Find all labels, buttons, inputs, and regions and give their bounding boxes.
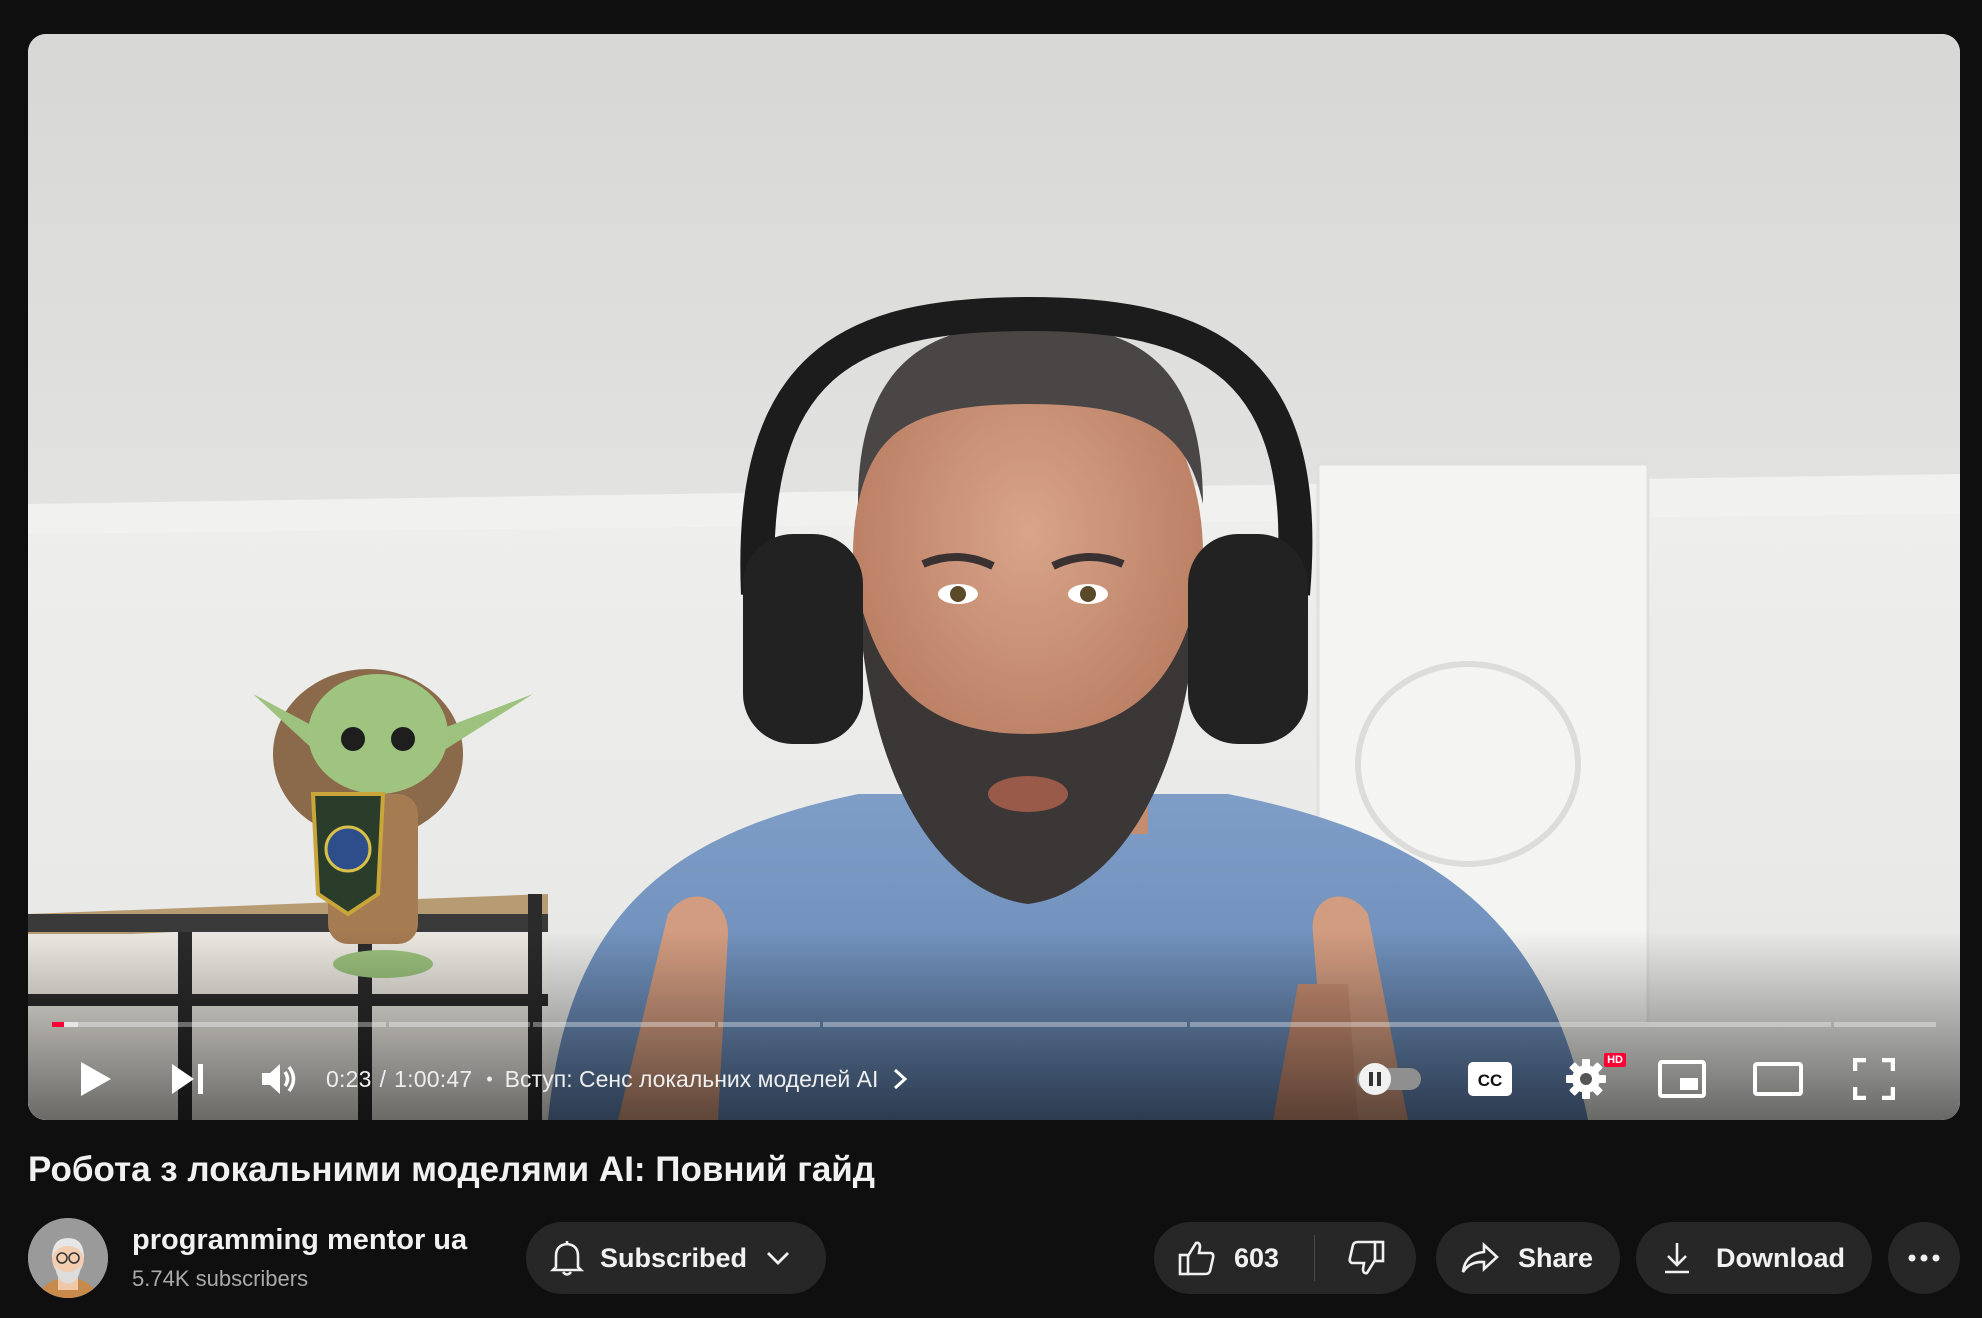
next-icon: [172, 1064, 203, 1094]
hd-badge: HD: [1604, 1053, 1626, 1067]
chevron-right-icon: [894, 1068, 908, 1090]
chapter-button[interactable]: • Вступ: Сенс локальних моделей AI: [472, 1065, 912, 1093]
current-time: 0:23: [326, 1065, 372, 1092]
captions-button[interactable]: CC: [1442, 1049, 1538, 1109]
more-actions-button[interactable]: [1888, 1222, 1960, 1294]
cc-icon: CC: [1468, 1062, 1512, 1096]
chevron-down-icon: [767, 1252, 790, 1265]
like-count: 603: [1234, 1242, 1280, 1273]
volume-button[interactable]: [252, 1051, 308, 1107]
player-controls: 0:23 / 1:00:47 • Вступ: Сенс локальних м…: [28, 1044, 1960, 1114]
download-label: Download: [1716, 1242, 1845, 1273]
share-button[interactable]: Share: [1436, 1222, 1620, 1294]
play-icon: [81, 1062, 111, 1096]
chapter-segment[interactable]: [52, 1021, 386, 1027]
chapter-separator: •: [486, 1068, 493, 1089]
chapter-segment[interactable]: [822, 1021, 1188, 1027]
volume-icon: [262, 1064, 296, 1094]
subscribed-label: Subscribed: [600, 1242, 748, 1273]
svg-text:CC: CC: [1478, 1071, 1503, 1090]
autoplay-toggle[interactable]: [1344, 1049, 1434, 1109]
video-title: Робота з локальними моделями AI: Повний …: [28, 1150, 876, 1189]
time-display: 0:23 / 1:00:47: [326, 1066, 472, 1093]
chapter-segment[interactable]: [1833, 1021, 1936, 1027]
youtube-watch-page: 0:23 / 1:00:47 • Вступ: Сенс локальних м…: [0, 0, 1982, 1318]
chapter-segment[interactable]: [717, 1021, 820, 1027]
thumbs-down-icon: [1347, 1240, 1384, 1275]
chapter-title: Вступ: Сенс локальних моделей AI: [504, 1065, 879, 1092]
time-separator: /: [379, 1065, 387, 1092]
progress-bar[interactable]: [52, 1016, 1936, 1032]
channel-name[interactable]: programming mentor ua: [132, 1224, 467, 1257]
autoplay-toggle-icon: [1357, 1063, 1421, 1095]
share-label: Share: [1518, 1242, 1594, 1273]
more-horizontal-icon: [1908, 1254, 1940, 1262]
like-button[interactable]: 603: [1154, 1222, 1314, 1294]
next-button[interactable]: [160, 1051, 216, 1107]
subscriber-count: 5.74K subscribers: [132, 1266, 309, 1291]
like-dislike-group: 603: [1154, 1222, 1416, 1294]
play-button[interactable]: [68, 1051, 124, 1107]
duration: 1:00:47: [394, 1065, 473, 1092]
chapter-segment[interactable]: [532, 1021, 715, 1027]
channel-avatar[interactable]: [28, 1218, 108, 1298]
owner-actions-row: programming mentor ua 5.74K subscribers …: [28, 1216, 1960, 1298]
theater-mode-button[interactable]: [1730, 1049, 1826, 1109]
miniplayer-icon: [1658, 1060, 1706, 1098]
thumbs-up-icon: [1178, 1241, 1215, 1276]
settings-button[interactable]: HD: [1538, 1049, 1634, 1109]
download-button[interactable]: Download: [1636, 1222, 1872, 1294]
theater-icon: [1753, 1062, 1803, 1096]
bell-icon: [550, 1241, 584, 1276]
chapter-segment[interactable]: [1190, 1021, 1831, 1027]
settings-icon: [1566, 1059, 1606, 1099]
fullscreen-icon: [1853, 1058, 1895, 1100]
dislike-button[interactable]: [1315, 1222, 1416, 1294]
share-icon: [1461, 1242, 1499, 1273]
avatar-image: [28, 1218, 108, 1298]
fullscreen-button[interactable]: [1826, 1049, 1922, 1109]
download-icon: [1665, 1243, 1689, 1274]
right-controls: CC HD: [1344, 1044, 1922, 1114]
played-fill: [52, 1021, 64, 1027]
chapter-segment[interactable]: [388, 1021, 530, 1027]
subscribed-button[interactable]: Subscribed: [526, 1222, 826, 1294]
video-player[interactable]: 0:23 / 1:00:47 • Вступ: Сенс локальних м…: [28, 34, 1960, 1120]
miniplayer-button[interactable]: [1634, 1049, 1730, 1109]
